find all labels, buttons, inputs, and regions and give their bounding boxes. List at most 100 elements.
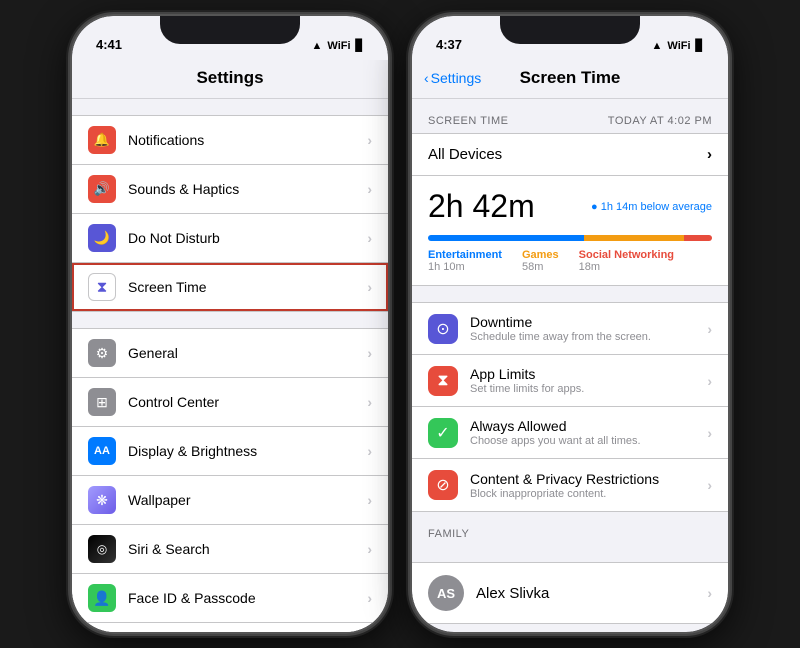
signal-icon: ▲ (312, 40, 323, 52)
status-icons: ▲ WiFi ▊ (312, 39, 364, 52)
general-label: General (128, 345, 367, 361)
settings-item-notifications[interactable]: 🔔 Notifications › (72, 116, 388, 165)
contentprivacy-text: Content & Privacy Restrictions Block ina… (470, 471, 707, 500)
faceid-icon: 👤 (88, 584, 116, 612)
contentprivacy-icon: ⊘ (428, 470, 458, 500)
contentprivacy-option[interactable]: ⊘ Content & Privacy Restrictions Block i… (412, 459, 728, 511)
general-icon: ⚙ (88, 339, 116, 367)
total-time: 2h 42m (428, 188, 535, 225)
screentime-header: ‹ Settings Screen Time (412, 60, 728, 99)
chevron-icon: › (367, 394, 372, 410)
chevron-icon: › (367, 230, 372, 246)
display-label: Display & Brightness (128, 443, 367, 459)
donotdisturb-label: Do Not Disturb (128, 230, 367, 246)
sounds-icon: 🔊 (88, 175, 116, 203)
faceid-label: Face ID & Passcode (128, 590, 367, 606)
chevron-icon: › (707, 373, 712, 389)
downtime-title: Downtime (470, 314, 707, 330)
applimits-option[interactable]: ⧗ App Limits Set time limits for apps. › (412, 355, 728, 407)
family-label: FAMILY (428, 528, 469, 540)
all-devices-row[interactable]: All Devices › (412, 133, 728, 176)
wifi-icon: WiFi (327, 40, 350, 52)
settings-item-sos[interactable]: SOS Emergency SOS › (72, 623, 388, 632)
chevron-icon: › (367, 590, 372, 606)
chevron-icon: › (367, 181, 372, 197)
controlcenter-label: Control Center (128, 394, 367, 410)
chevron-icon: › (367, 345, 372, 361)
wallpaper-icon: ❋ (88, 486, 116, 514)
screentime-page-title: Screen Time (520, 68, 621, 88)
status-time: 4:37 (436, 37, 462, 52)
alwaysallowed-title: Always Allowed (470, 418, 707, 434)
chevron-icon: › (367, 443, 372, 459)
category-social: Social Networking 18m (579, 249, 674, 273)
chevron-icon: › (707, 321, 712, 337)
average-text: 1h 14m below average (601, 201, 712, 213)
phone-settings: 4:41 ▲ WiFi ▊ Settings 🔔 (70, 14, 390, 634)
applimits-title: App Limits (470, 366, 707, 382)
chevron-icon: › (367, 132, 372, 148)
settings-item-sounds[interactable]: 🔊 Sounds & Haptics › (72, 165, 388, 214)
chevron-icon: › (707, 477, 712, 493)
back-label: Settings (431, 70, 482, 86)
category-entertainment: Entertainment 1h 10m (428, 249, 502, 273)
time-block: 2h 42m ● 1h 14m below average (412, 176, 728, 286)
settings-item-wallpaper[interactable]: ❋ Wallpaper › (72, 476, 388, 525)
chevron-icon: › (367, 279, 372, 295)
settings-item-screentime[interactable]: ⧗ Screen Time › (72, 263, 388, 311)
alwaysallowed-option[interactable]: ✓ Always Allowed Choose apps you want at… (412, 407, 728, 459)
games-bar (584, 235, 683, 241)
downtime-icon: ⊙ (428, 314, 458, 344)
display-icon: AA (88, 437, 116, 465)
info-icon: ● (591, 201, 598, 213)
chevron-icon: › (707, 585, 712, 601)
notifications-label: Notifications (128, 132, 367, 148)
status-icons: ▲ WiFi ▊ (652, 39, 704, 52)
category-games: Games 58m (522, 249, 559, 273)
notch (500, 16, 640, 44)
siri-icon: ◎ (88, 535, 116, 563)
downtime-option[interactable]: ⊙ Downtime Schedule time away from the s… (412, 303, 728, 355)
social-time: 18m (579, 261, 674, 273)
wifi-icon: WiFi (667, 40, 690, 52)
settings-item-controlcenter[interactable]: ⊞ Control Center › (72, 378, 388, 427)
notch (160, 16, 300, 44)
settings-section-1: 🔔 Notifications › 🔊 Sounds & Haptics › (72, 115, 388, 312)
screentime-label: Screen Time (128, 279, 367, 295)
family-member-row[interactable]: AS Alex Slivka › (412, 563, 728, 623)
settings-item-faceid[interactable]: 👤 Face ID & Passcode › (72, 574, 388, 623)
section-time: Today at 4:02 PM (608, 115, 712, 127)
screentime-icon: ⧗ (88, 273, 116, 301)
contentprivacy-title: Content & Privacy Restrictions (470, 471, 707, 487)
signal-icon: ▲ (652, 40, 663, 52)
member-avatar: AS (428, 575, 464, 611)
games-time: 58m (522, 261, 559, 273)
downtime-sub: Schedule time away from the screen. (470, 331, 707, 343)
sounds-label: Sounds & Haptics (128, 181, 367, 197)
settings-item-siri[interactable]: ◎ Siri & Search › (72, 525, 388, 574)
average-badge: ● 1h 14m below average (591, 201, 712, 213)
family-section: AS Alex Slivka › (412, 562, 728, 624)
family-section-header: FAMILY (412, 512, 728, 546)
alwaysallowed-sub: Choose apps you want at all times. (470, 435, 707, 447)
applimits-sub: Set time limits for apps. (470, 383, 707, 395)
wallpaper-label: Wallpaper (128, 492, 367, 508)
usage-bar (428, 235, 712, 241)
chevron-icon: › (707, 425, 712, 441)
back-chevron-icon: ‹ (424, 70, 429, 86)
applimits-text: App Limits Set time limits for apps. (470, 366, 707, 395)
applimits-icon: ⧗ (428, 366, 458, 396)
back-button[interactable]: ‹ Settings (424, 70, 481, 86)
chevron-icon: › (367, 541, 372, 557)
chevron-icon: › (367, 492, 372, 508)
all-devices-label: All Devices (428, 146, 502, 163)
settings-item-display[interactable]: AA Display & Brightness › (72, 427, 388, 476)
phone-screentime: 4:37 ▲ WiFi ▊ ‹ Settings Screen Time (410, 14, 730, 634)
settings-item-general[interactable]: ⚙ General › (72, 329, 388, 378)
battery-icon: ▊ (696, 39, 704, 52)
battery-icon: ▊ (356, 39, 364, 52)
entertainment-bar (428, 235, 584, 241)
settings-item-donotdisturb[interactable]: 🌙 Do Not Disturb › (72, 214, 388, 263)
chevron-icon: › (707, 146, 712, 163)
entertainment-time: 1h 10m (428, 261, 502, 273)
